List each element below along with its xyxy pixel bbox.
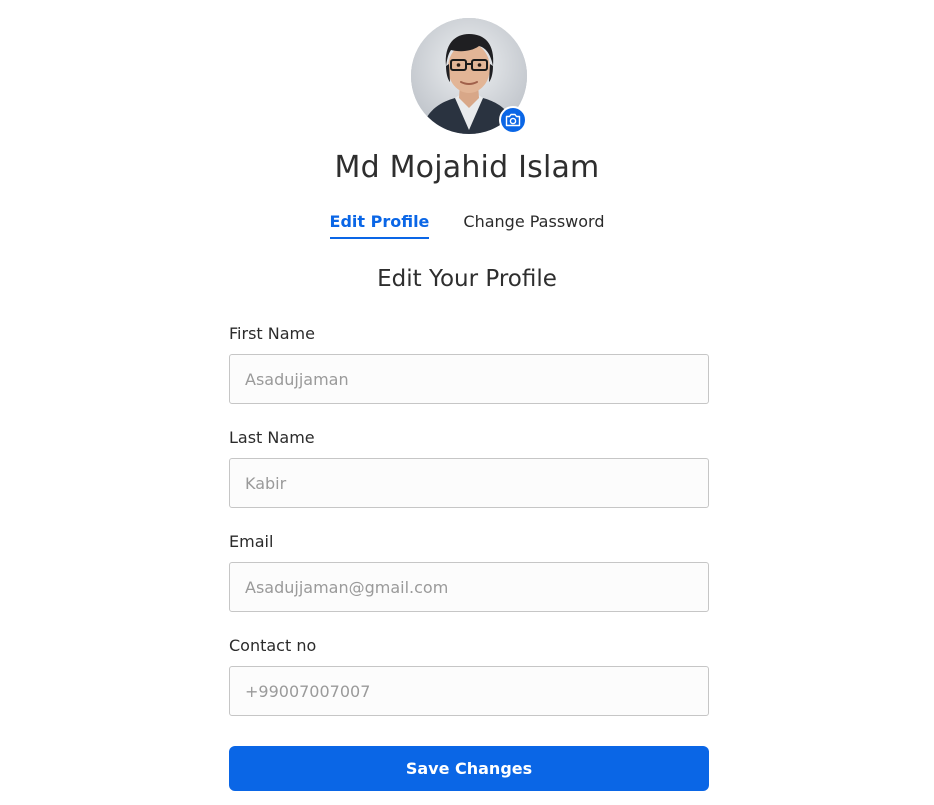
tab-edit-profile[interactable]: Edit Profile [329, 212, 430, 239]
profile-tabs: Edit Profile Change Password [0, 212, 934, 239]
contact-field-group: Contact no [229, 636, 709, 716]
camera-icon [505, 113, 521, 127]
change-photo-button[interactable] [499, 106, 527, 134]
avatar-container [411, 18, 527, 134]
profile-name: Md Mojahid Islam [334, 150, 600, 185]
email-input[interactable] [229, 562, 709, 612]
first-name-field-group: First Name [229, 324, 709, 404]
last-name-input[interactable] [229, 458, 709, 508]
email-field-group: Email [229, 532, 709, 612]
last-name-label: Last Name [229, 428, 315, 447]
last-name-field-group: Last Name [229, 428, 709, 508]
form-title: Edit Your Profile [377, 266, 557, 292]
edit-profile-form: First Name Last Name Email Contact no [229, 324, 709, 740]
save-changes-button[interactable]: Save Changes [229, 746, 709, 791]
first-name-input[interactable] [229, 354, 709, 404]
tab-change-password[interactable]: Change Password [463, 212, 604, 239]
first-name-label: First Name [229, 324, 315, 343]
contact-input[interactable] [229, 666, 709, 716]
email-label: Email [229, 532, 274, 551]
contact-label: Contact no [229, 636, 317, 655]
